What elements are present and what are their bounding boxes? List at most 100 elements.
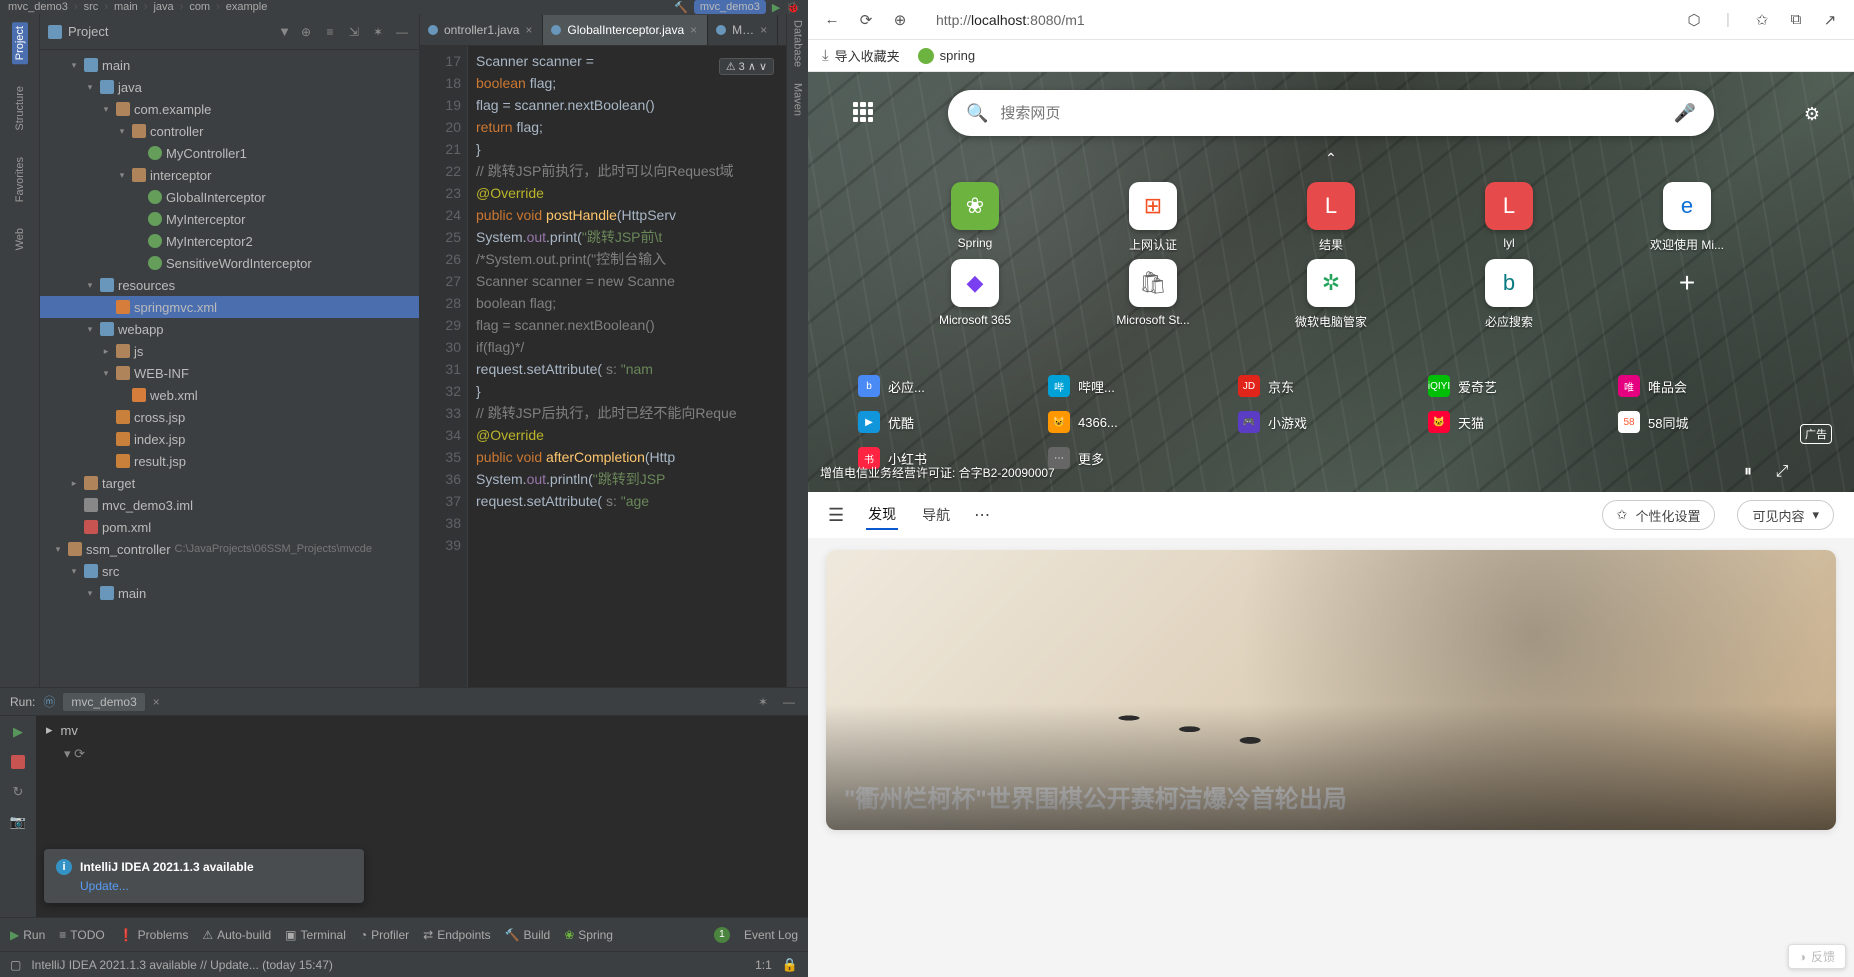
update-notification[interactable]: i IntelliJ IDEA 2021.1.3 available Updat… xyxy=(44,849,364,903)
toolwin-maven[interactable]: Maven xyxy=(792,83,804,116)
stop-button[interactable] xyxy=(8,752,28,772)
toolwin-favorites[interactable]: Favorites xyxy=(12,153,28,206)
editor-tab[interactable]: GlobalInterceptor.java× xyxy=(543,15,708,45)
footer-profiler[interactable]: ◔ Profiler xyxy=(360,928,409,942)
bookmark-spring[interactable]: spring xyxy=(918,48,975,64)
add-tile-button[interactable]: + xyxy=(1600,259,1774,330)
quick-link[interactable]: b必应... xyxy=(858,372,1044,400)
tree-node[interactable]: ▾controller xyxy=(40,120,419,142)
quick-tile[interactable]: b必应搜索 xyxy=(1422,259,1596,330)
code-editor[interactable]: 171819202122232425 262728293031323334353… xyxy=(420,46,786,687)
flatten-icon[interactable]: ≡ xyxy=(321,23,339,41)
footer-spring[interactable]: ❀ Spring xyxy=(564,928,613,942)
quick-tile[interactable]: ✲微软电脑管家 xyxy=(1244,259,1418,330)
breadcrumb[interactable]: java xyxy=(153,1,173,13)
rerun-failed-icon[interactable]: ↻ xyxy=(8,782,28,802)
tree-node[interactable]: result.jsp xyxy=(40,450,419,472)
site-info-icon[interactable]: ⊕ xyxy=(890,10,910,30)
breadcrumb[interactable]: example xyxy=(226,1,268,13)
tree-node[interactable]: ▸target xyxy=(40,472,419,494)
quick-tile[interactable]: L结果 xyxy=(1244,182,1418,253)
tree-node[interactable]: mvc_demo3.iml xyxy=(40,494,419,516)
tree-node[interactable]: GlobalInterceptor xyxy=(40,186,419,208)
footer-autobuild[interactable]: ⚠ Auto-build xyxy=(202,928,271,942)
refresh-icon[interactable]: ⟳ xyxy=(856,10,876,30)
footer-problems[interactable]: ❗ Problems xyxy=(119,928,189,942)
run-config-tab[interactable]: mvc_demo3 xyxy=(63,693,144,711)
quick-tile[interactable]: 🛍Microsoft St... xyxy=(1066,259,1240,330)
toolwin-structure[interactable]: Structure xyxy=(12,82,28,135)
run-output[interactable]: ▸mv ▾ ⟳ i IntelliJ IDEA 2021.1.3 availab… xyxy=(36,716,808,917)
extension-icon[interactable]: ⬡ xyxy=(1684,10,1704,30)
status-toggle-icon[interactable]: ▢ xyxy=(10,958,21,972)
news-card[interactable]: "衢州烂柯杯"世界围棋公开赛柯洁爆冷首轮出局 xyxy=(826,550,1836,830)
visible-content-button[interactable]: 可见内容 ▾ xyxy=(1737,500,1834,530)
search-input[interactable] xyxy=(1000,105,1661,122)
footer-terminal[interactable]: ▣ Terminal xyxy=(285,928,346,942)
back-icon[interactable]: ← xyxy=(822,10,842,30)
breadcrumb[interactable]: main xyxy=(114,1,138,13)
quick-link[interactable]: ▶优酷 xyxy=(858,408,1044,436)
tree-node[interactable]: springmvc.xml xyxy=(40,296,419,318)
tree-node[interactable]: MyController1 xyxy=(40,142,419,164)
footer-run[interactable]: Run xyxy=(23,928,45,942)
build-icon[interactable]: 🔨 xyxy=(674,1,688,14)
tree-node[interactable]: ▾main xyxy=(40,54,419,76)
breadcrumb[interactable]: com xyxy=(189,1,210,13)
apps-grid-icon[interactable] xyxy=(853,102,873,122)
collapse-icon[interactable]: ⇲ xyxy=(345,23,363,41)
quick-link[interactable]: 🐱天猫 xyxy=(1428,408,1614,436)
feed-more-icon[interactable]: ⋯ xyxy=(974,505,990,525)
search-box[interactable]: 🔍 🎤 xyxy=(948,90,1714,136)
debug-icon[interactable]: 🐞 xyxy=(786,1,800,14)
feed-tab-nav[interactable]: 导航 xyxy=(920,501,952,529)
tree-node[interactable]: pom.xml xyxy=(40,516,419,538)
editor-tab[interactable]: M…× xyxy=(708,15,778,45)
fullscreen-icon[interactable]: ⤢ xyxy=(1770,460,1794,484)
quick-tile[interactable]: ◆Microsoft 365 xyxy=(888,259,1062,330)
quick-tile[interactable]: Llyl xyxy=(1422,182,1596,253)
quick-link[interactable]: 😺4366... xyxy=(1048,408,1234,436)
quick-link[interactable]: 哔哔哩... xyxy=(1048,372,1234,400)
tree-node[interactable]: MyInterceptor2 xyxy=(40,230,419,252)
tree-node[interactable]: ▾ssm_controller C:\JavaProjects\06SSM_Pr… xyxy=(40,538,419,560)
quick-link[interactable]: ⋯更多 xyxy=(1048,444,1234,472)
tree-node[interactable]: ▾resources xyxy=(40,274,419,296)
dump-icon[interactable]: 📷 xyxy=(8,812,28,832)
tree-node[interactable]: ▾main xyxy=(40,582,419,604)
tree-node[interactable]: ▸js xyxy=(40,340,419,362)
quick-link[interactable]: JD京东 xyxy=(1238,372,1424,400)
tree-node[interactable]: SensitiveWordInterceptor xyxy=(40,252,419,274)
footer-todo[interactable]: ≡ TODO xyxy=(59,928,104,942)
run-config-selector[interactable]: mvc_demo3 xyxy=(694,0,766,14)
tree-node[interactable]: MyInterceptor xyxy=(40,208,419,230)
run-hide-icon[interactable]: — xyxy=(780,693,798,711)
expand-chevron-icon[interactable]: ⌃ xyxy=(1325,150,1337,167)
inspection-badge[interactable]: ⚠ 3 ∧ ∨ xyxy=(719,58,774,75)
breadcrumb[interactable]: mvc_demo3 xyxy=(8,1,68,13)
project-tree[interactable]: ▾main▾java▾com.example▾controllerMyContr… xyxy=(40,50,419,687)
hide-icon[interactable]: — xyxy=(393,23,411,41)
quick-link[interactable]: 5858同城 xyxy=(1618,408,1804,436)
quick-tile[interactable]: ❀Spring xyxy=(888,182,1062,253)
toolwin-database[interactable]: Database xyxy=(792,20,804,67)
favorite-icon[interactable]: ✩ xyxy=(1752,10,1772,30)
page-settings-icon[interactable]: ⚙ xyxy=(1798,100,1826,128)
lock-icon[interactable]: 🔒 xyxy=(782,957,798,973)
personalize-button[interactable]: ✩ 个性化设置 xyxy=(1602,500,1716,530)
run-icon[interactable]: ▶ xyxy=(772,1,780,14)
toolwin-web[interactable]: Web xyxy=(12,224,28,254)
tree-node[interactable]: ▾WEB-INF xyxy=(40,362,419,384)
footer-endpoints[interactable]: ⇄ Endpoints xyxy=(423,928,490,942)
url-box[interactable]: http://localhost:8080/m1 xyxy=(924,5,1670,35)
quick-link[interactable]: 🎮小游戏 xyxy=(1238,408,1424,436)
settings-icon[interactable]: ✶ xyxy=(369,23,387,41)
more-icon[interactable]: ↗ xyxy=(1820,10,1840,30)
collections-icon[interactable]: ⧉ xyxy=(1786,10,1806,30)
run-settings-icon[interactable]: ✶ xyxy=(754,693,772,711)
tree-node[interactable]: ▾interceptor xyxy=(40,164,419,186)
update-link[interactable]: Update... xyxy=(80,879,352,893)
process-node[interactable]: mv xyxy=(61,723,78,738)
toolwin-project[interactable]: Project xyxy=(12,22,28,64)
tree-node[interactable]: ▾com.example xyxy=(40,98,419,120)
